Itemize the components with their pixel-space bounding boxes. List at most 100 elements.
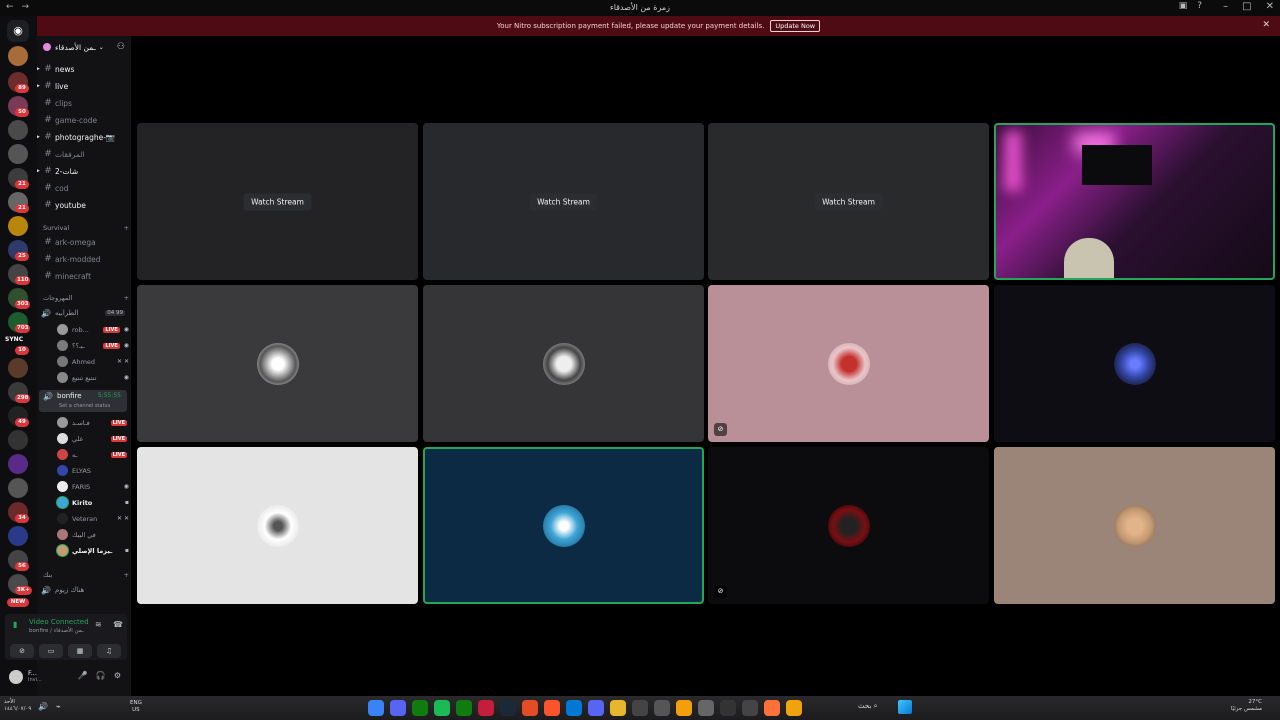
discord-app-icon[interactable]	[390, 700, 406, 716]
participant-tile[interactable]	[994, 285, 1275, 442]
activities-button[interactable]: ▦	[68, 644, 92, 658]
app-icon[interactable]	[522, 700, 538, 716]
server-icon[interactable]	[8, 120, 28, 140]
voice-user[interactable]: FARIS ◉	[57, 479, 129, 494]
spotify-app-icon[interactable]	[434, 700, 450, 716]
app-icon[interactable]	[566, 700, 582, 716]
app-icon[interactable]	[632, 700, 648, 716]
weather-widget[interactable]: 27°C مشمس جزئيًا	[1231, 699, 1262, 713]
channel-ark-omega[interactable]: # ark-omega	[37, 234, 131, 250]
watch-stream-button[interactable]: Watch Stream	[243, 193, 312, 210]
gear-icon[interactable]: ⚙	[114, 671, 121, 680]
close-window-icon[interactable]: ✕	[1266, 1, 1274, 12]
voice-user[interactable]: ELYAS	[57, 463, 129, 478]
folder-app-icon[interactable]	[610, 700, 626, 716]
participant-tile[interactable]	[423, 447, 704, 604]
server-icon[interactable]	[8, 46, 28, 66]
voice-location[interactable]: bonfire / ـمن الأصدقاء	[29, 628, 84, 634]
category-last[interactable]: بنك +	[43, 571, 129, 579]
server-icon[interactable]	[8, 478, 28, 498]
voice-user[interactable]: ـيزما الإصلي ▪	[57, 543, 129, 558]
minimize-icon[interactable]: –	[1223, 1, 1228, 12]
voice-user[interactable]: Ahmed ✕ ✕	[57, 354, 129, 369]
channel-live[interactable]: ▶ # live	[37, 78, 131, 94]
app-icon[interactable]	[588, 700, 604, 716]
app-icon[interactable]	[720, 700, 736, 716]
app-icon[interactable]	[368, 700, 384, 716]
voice-user[interactable]: في البيك	[57, 527, 129, 542]
steam-app-icon[interactable]	[500, 700, 516, 716]
maximize-icon[interactable]: □	[1242, 1, 1251, 12]
server-icon[interactable]	[8, 430, 28, 450]
signal-icon[interactable]: ▮	[13, 620, 17, 629]
app-icon[interactable]	[742, 700, 758, 716]
headphones-icon[interactable]: 🎧	[96, 671, 106, 680]
app-icon[interactable]	[478, 700, 494, 716]
participant-tile[interactable]: ⊘	[708, 447, 989, 604]
help-icon[interactable]: ?	[1197, 1, 1202, 11]
brave-app-icon[interactable]	[544, 700, 560, 716]
voice-user[interactable]: Veteran ✕ ✕	[57, 511, 129, 526]
voice-channel-bonfire[interactable]: 🔊 bonfire 5:55:55 Set a channel status	[39, 390, 127, 412]
share-screen-button[interactable]: ▭	[39, 644, 63, 658]
user-name[interactable]: F... Invi...	[28, 670, 42, 684]
invite-people-icon[interactable]: ⚇	[117, 42, 125, 52]
channel-youtube[interactable]: # youtube	[37, 197, 131, 213]
voice-user[interactable]: تنتيع تنتيع ◉	[57, 370, 129, 385]
server-icon[interactable]	[8, 358, 28, 378]
category-survival[interactable]: Survival +	[43, 224, 129, 232]
guild-header[interactable]: ـمن الأصدقاء ⌄ ⚇	[37, 36, 131, 58]
channel-minecraft[interactable]: # minecraft	[37, 268, 131, 284]
update-now-button[interactable]: Update Now	[770, 20, 821, 32]
taskbar-search[interactable]: بحث ⌕	[858, 702, 878, 711]
app-icon[interactable]	[654, 700, 670, 716]
mic-icon[interactable]: 🎤	[78, 671, 88, 680]
server-icon[interactable]	[8, 526, 28, 546]
camera-tile[interactable]	[994, 123, 1275, 280]
participant-tile[interactable]	[994, 447, 1275, 604]
voice-user[interactable]: فـاسـد LIVE	[57, 415, 129, 430]
server-icon[interactable]	[8, 216, 28, 236]
channel-ark-modded[interactable]: # ark-modded	[37, 251, 131, 267]
firefox-app-icon[interactable]	[764, 700, 780, 716]
inbox-icon[interactable]: ▣	[1179, 1, 1188, 11]
channel-status[interactable]: Set a channel status	[59, 403, 110, 409]
app-icon[interactable]	[698, 700, 714, 716]
app-icon[interactable]	[676, 700, 692, 716]
category-arabic[interactable]: المهروجات +	[43, 294, 129, 302]
participant-tile[interactable]: ⊘	[708, 285, 989, 442]
participant-tile[interactable]	[137, 285, 418, 442]
volume-icon[interactable]: 🔊	[38, 702, 48, 711]
stream-tile[interactable]: Watch Stream	[423, 123, 704, 280]
channel-game-code[interactable]: # game-code	[37, 112, 131, 128]
channel-attachments[interactable]: # المرفقات	[37, 146, 131, 162]
soundboard-button[interactable]: ♫	[97, 644, 121, 658]
voice-user[interactable]: Kirito ▪	[57, 495, 129, 510]
avatar[interactable]	[9, 670, 23, 684]
xbox-app-icon[interactable]	[412, 700, 428, 716]
server-icon[interactable]	[8, 144, 28, 164]
participant-tile[interactable]	[137, 447, 418, 604]
voice-channel[interactable]: 🔊 الطرابيه 04 99	[37, 306, 131, 320]
server-icon[interactable]	[8, 454, 28, 474]
voice-user[interactable]: علي LIVE	[57, 431, 129, 446]
voice-user[interactable]: ـه LIVE	[57, 447, 129, 462]
close-banner-icon[interactable]: ✕	[1262, 20, 1270, 30]
add-channel-icon[interactable]: +	[124, 224, 129, 232]
add-channel-icon[interactable]: +	[124, 294, 129, 302]
language-indicator[interactable]: ENG US	[130, 700, 142, 714]
taskbar-date[interactable]: الأحد ١٤٤٦/٠٧/٠٩	[4, 699, 31, 713]
stream-tile[interactable]: Watch Stream	[137, 123, 418, 280]
channel-chat-2[interactable]: ▶ # شات-2	[37, 163, 131, 179]
channel-clips[interactable]: # clips	[37, 95, 131, 111]
sync-server-label[interactable]: SYNC	[5, 336, 23, 343]
xbox-app-icon[interactable]	[456, 700, 472, 716]
channel-news[interactable]: ▶ # news	[37, 61, 131, 77]
network-icon[interactable]: ⌁	[56, 702, 61, 711]
voice-user[interactable]: rob... LIVE ◉	[57, 322, 129, 337]
add-channel-icon[interactable]: +	[124, 571, 129, 579]
voice-user[interactable]: ـبـ؟؟ LIVE ◉	[57, 338, 129, 353]
participant-tile[interactable]	[423, 285, 704, 442]
noise-suppression-icon[interactable]: ≋	[95, 620, 102, 629]
channel-cod[interactable]: # cod	[37, 180, 131, 196]
